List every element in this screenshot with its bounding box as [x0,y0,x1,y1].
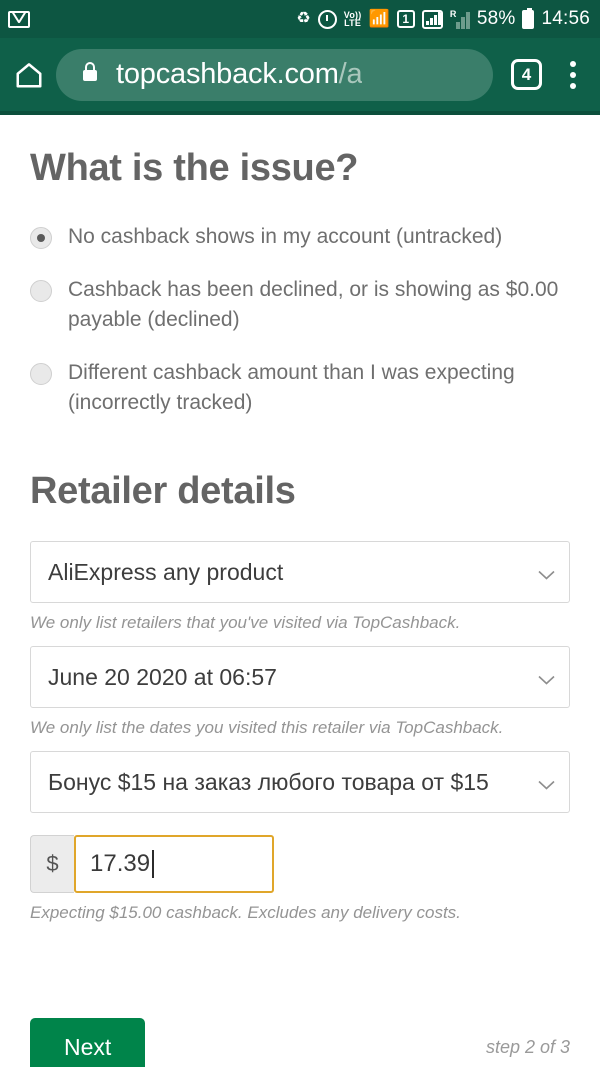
amount-input[interactable]: 17.39 [74,835,274,893]
radio-option-declined[interactable]: Cashback has been declined, or is showin… [30,275,570,335]
status-bar-notifications [8,10,30,28]
amount-input-value: 17.39 [90,850,151,877]
roaming-label: R [449,8,457,19]
issue-radio-group: No cashback shows in my account (untrack… [30,222,570,418]
volte-icon: Vo)) LTE [344,11,362,28]
alarm-clock-icon [317,9,337,29]
lte-label: LTE [344,18,362,28]
radio-button-icon[interactable] [30,227,52,249]
retailer-select-value: AliExpress any product [48,558,284,585]
status-bar-system-icons: ♻ Vo)) LTE 📶 1 R 58% 14:56 [296,7,590,30]
status-bar: ♻ Vo)) LTE 📶 1 R 58% 14:56 [0,0,600,38]
step-indicator: step 2 of 3 [485,1037,570,1057]
home-icon[interactable] [14,60,44,90]
battery-icon [522,7,535,29]
currency-symbol-label: $ [30,835,74,893]
retailer-select-hint: We only list retailers that you've visit… [30,613,461,632]
overflow-menu-icon[interactable] [560,58,586,92]
chevron-down-icon [538,777,555,790]
radio-option-incorrectly-tracked[interactable]: Different cashback amount than I was exp… [30,358,570,418]
amount-field-group: $ 17.39 [30,835,570,893]
browser-toolbar: topcashback.com/a 4 [0,38,600,115]
date-select[interactable]: June 20 2020 at 06:57 [30,646,570,708]
signal-bars-icon [421,9,443,29]
url-path: /a [338,58,363,90]
url-domain: topcashback.com [116,58,339,90]
radio-option-label: Different cashback amount than I was exp… [68,361,515,414]
next-button[interactable]: Next [30,1018,146,1067]
radio-button-icon[interactable] [30,280,52,302]
clock-label: 14:56 [541,8,590,29]
tab-counter-button[interactable]: 4 [511,59,542,90]
date-select-value: June 20 2020 at 06:57 [48,663,277,690]
wifi-icon: 📶 [368,9,390,28]
battery-percent-label: 58% [476,8,516,29]
data-saver-icon: ♻ [296,10,311,27]
radio-button-icon[interactable] [30,363,52,385]
url-bar[interactable]: topcashback.com/a [56,48,493,101]
offer-select-value: Бонус $15 на заказ любого товара от $15 [48,768,489,795]
roaming-signal-icon: R [449,8,470,29]
gmail-icon [8,10,30,28]
sim-1-icon: 1 [396,10,415,28]
retailer-section-title: Retailer details [30,470,296,512]
radio-option-label: No cashback shows in my account (untrack… [68,225,503,248]
lock-icon [78,60,102,89]
retailer-select[interactable]: AliExpress any product [30,541,570,603]
page-content: What is the issue? No cashback shows in … [0,147,600,1067]
date-select-hint: We only list the dates you visited this … [30,718,504,737]
text-caret [152,850,155,878]
form-footer: Next step 2 of 3 [30,1018,570,1067]
radio-option-untracked[interactable]: No cashback shows in my account (untrack… [30,222,570,252]
amount-hint: Expecting $15.00 cashback. Excludes any … [30,903,461,922]
url-text: topcashback.com/a [116,58,362,91]
offer-select[interactable]: Бонус $15 на заказ любого товара от $15 [30,751,570,813]
chevron-down-icon [538,567,555,580]
issue-section-title: What is the issue? [30,147,359,189]
radio-option-label: Cashback has been declined, or is showin… [68,278,559,331]
chevron-down-icon [538,672,555,685]
